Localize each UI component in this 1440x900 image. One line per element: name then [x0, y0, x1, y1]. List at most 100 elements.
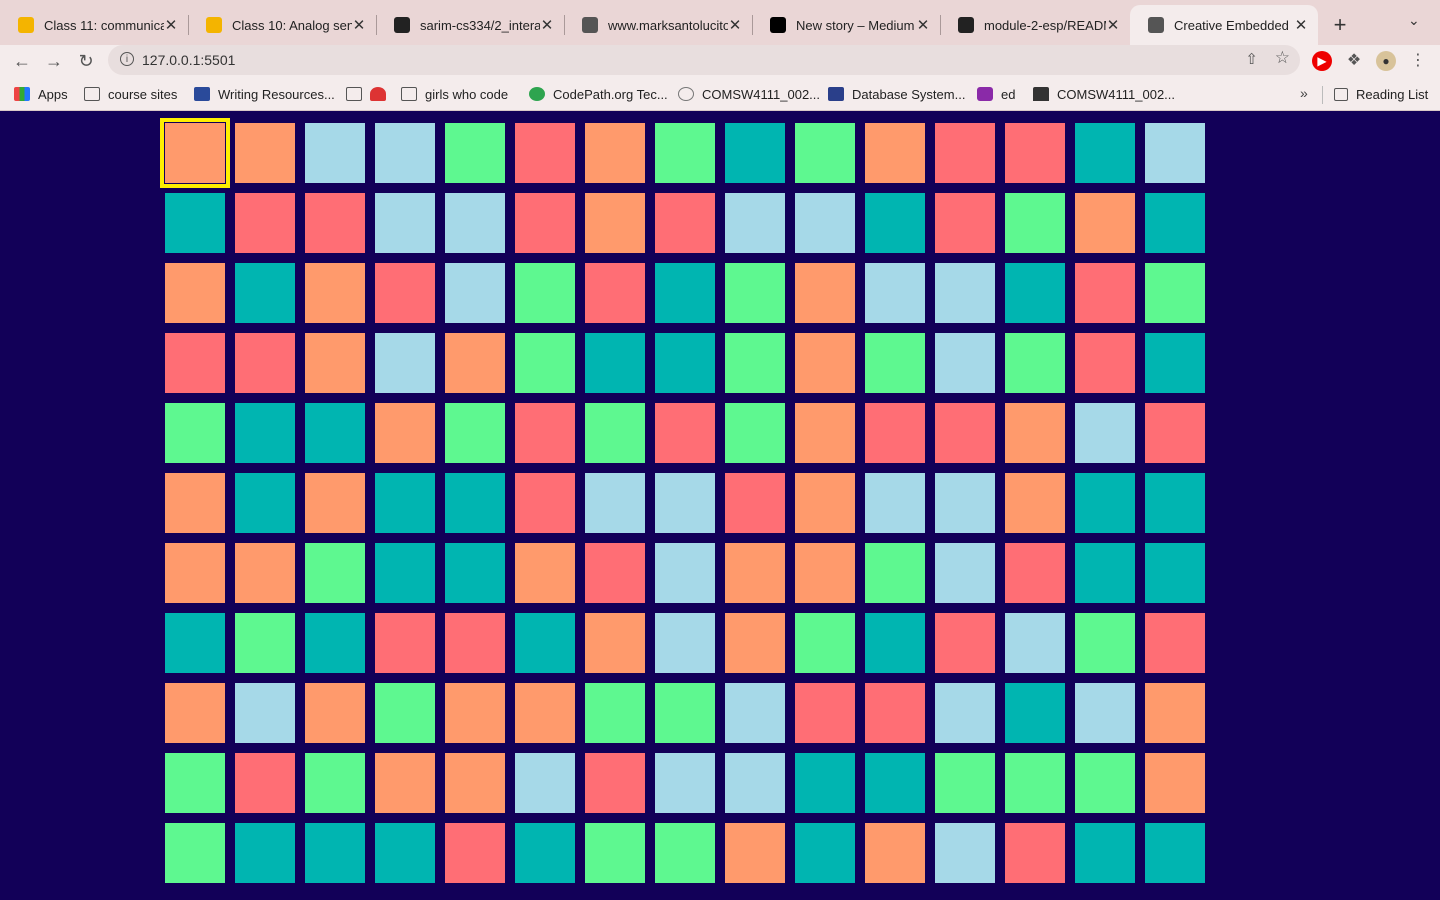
grid-cell[interactable]	[1145, 333, 1205, 393]
grid-cell[interactable]	[375, 473, 435, 533]
grid-cell[interactable]	[305, 263, 365, 323]
grid-cell[interactable]	[1145, 683, 1205, 743]
grid-cell[interactable]	[655, 473, 715, 533]
grid-cell[interactable]	[1145, 543, 1205, 603]
profile-avatar[interactable]: ●	[1376, 51, 1396, 71]
grid-cell[interactable]	[725, 263, 785, 323]
tab-1[interactable]: Class 10: Analog sens ✕	[188, 5, 376, 45]
grid-cell[interactable]	[235, 543, 295, 603]
tab-close-icon[interactable]: ✕	[540, 16, 554, 34]
bookmarks-overflow-icon[interactable]: »	[1300, 85, 1308, 101]
grid-cell[interactable]	[235, 473, 295, 533]
grid-cell[interactable]	[375, 263, 435, 323]
bookmark-item[interactable]	[370, 84, 394, 104]
grid-cell[interactable]	[725, 123, 785, 183]
grid-cell[interactable]	[865, 613, 925, 673]
youtube-extension-icon[interactable]: ▶	[1312, 51, 1332, 71]
bookmark-item[interactable]: course sites	[84, 84, 177, 104]
grid-cell[interactable]	[655, 263, 715, 323]
grid-cell[interactable]	[445, 263, 505, 323]
bookmark-item[interactable]: COMSW4111_002...	[678, 84, 820, 104]
forward-icon[interactable]: →	[42, 49, 66, 73]
grid-cell[interactable]	[305, 613, 365, 673]
bookmark-item[interactable]: COMSW4111_002...	[1033, 84, 1175, 104]
grid-cell[interactable]	[165, 543, 225, 603]
grid-cell[interactable]	[1145, 823, 1205, 883]
grid-cell[interactable]	[865, 543, 925, 603]
grid-cell[interactable]	[445, 613, 505, 673]
grid-cell[interactable]	[1075, 263, 1135, 323]
grid-cell[interactable]	[1005, 263, 1065, 323]
grid-cell[interactable]	[305, 473, 365, 533]
grid-cell[interactable]	[795, 193, 855, 253]
grid-cell[interactable]	[165, 473, 225, 533]
grid-cell[interactable]	[1075, 753, 1135, 813]
grid-cell[interactable]	[725, 403, 785, 463]
tab-search-chevron-icon[interactable]: ⌄	[1408, 12, 1420, 29]
address-bar[interactable]: i 127.0.0.1:5501 ⇧ ☆	[108, 45, 1300, 75]
grid-cell[interactable]	[515, 543, 575, 603]
grid-cell[interactable]	[1005, 823, 1065, 883]
grid-cell[interactable]	[1005, 613, 1065, 673]
grid-cell[interactable]	[725, 193, 785, 253]
grid-cell[interactable]	[935, 543, 995, 603]
grid-cell[interactable]	[1005, 543, 1065, 603]
grid-cell[interactable]	[795, 823, 855, 883]
grid-cell[interactable]	[445, 123, 505, 183]
grid-cell[interactable]	[445, 823, 505, 883]
grid-cell[interactable]	[1005, 683, 1065, 743]
grid-cell[interactable]	[725, 473, 785, 533]
grid-cell[interactable]	[795, 683, 855, 743]
grid-cell[interactable]	[305, 683, 365, 743]
share-icon[interactable]: ⇧	[1245, 50, 1258, 68]
tab-0[interactable]: Class 11: communicat ✕	[0, 5, 188, 45]
bookmark-item[interactable]	[346, 84, 370, 104]
grid-cell[interactable]	[235, 193, 295, 253]
grid-cell[interactable]	[935, 473, 995, 533]
grid-cell[interactable]	[725, 543, 785, 603]
grid-cell[interactable]	[725, 613, 785, 673]
tab-close-icon[interactable]: ✕	[916, 16, 930, 34]
reading-list-button[interactable]: Reading List	[1334, 84, 1428, 104]
grid-cell[interactable]	[445, 543, 505, 603]
site-info-icon[interactable]: i	[120, 52, 134, 66]
grid-cell[interactable]	[935, 333, 995, 393]
grid-cell[interactable]	[865, 403, 925, 463]
grid-cell[interactable]	[1005, 193, 1065, 253]
grid-cell[interactable]	[515, 123, 575, 183]
grid-cell[interactable]	[165, 753, 225, 813]
bookmark-item[interactable]: Database System...	[828, 84, 965, 104]
grid-cell[interactable]	[1075, 403, 1135, 463]
tab-close-icon[interactable]: ✕	[1294, 16, 1308, 34]
grid-cell[interactable]	[515, 263, 575, 323]
grid-cell[interactable]	[445, 403, 505, 463]
grid-cell[interactable]	[585, 683, 645, 743]
grid-cell[interactable]	[655, 123, 715, 183]
back-icon[interactable]: ←	[10, 49, 34, 73]
grid-cell[interactable]	[305, 333, 365, 393]
grid-cell[interactable]	[935, 193, 995, 253]
grid-cell[interactable]	[585, 123, 645, 183]
grid-cell[interactable]	[795, 753, 855, 813]
grid-cell[interactable]	[1005, 403, 1065, 463]
grid-cell[interactable]	[305, 823, 365, 883]
tab-close-icon[interactable]: ✕	[728, 16, 742, 34]
grid-cell[interactable]	[585, 543, 645, 603]
tab-close-icon[interactable]: ✕	[352, 16, 366, 34]
grid-cell[interactable]	[585, 403, 645, 463]
grid-cell[interactable]	[375, 683, 435, 743]
grid-cell[interactable]	[160, 118, 230, 188]
grid-cell[interactable]	[375, 823, 435, 883]
grid-cell[interactable]	[795, 263, 855, 323]
grid-cell[interactable]	[655, 543, 715, 603]
grid-cell[interactable]	[935, 823, 995, 883]
grid-cell[interactable]	[165, 613, 225, 673]
grid-cell[interactable]	[1145, 753, 1205, 813]
grid-cell[interactable]	[515, 613, 575, 673]
grid-cell[interactable]	[1005, 473, 1065, 533]
extensions-puzzle-icon[interactable]: ❖	[1344, 51, 1364, 71]
grid-cell[interactable]	[235, 823, 295, 883]
tab-4[interactable]: New story – Medium ✕	[752, 5, 940, 45]
menu-kebab-icon[interactable]: ⋮	[1408, 51, 1428, 71]
grid-cell[interactable]	[445, 333, 505, 393]
